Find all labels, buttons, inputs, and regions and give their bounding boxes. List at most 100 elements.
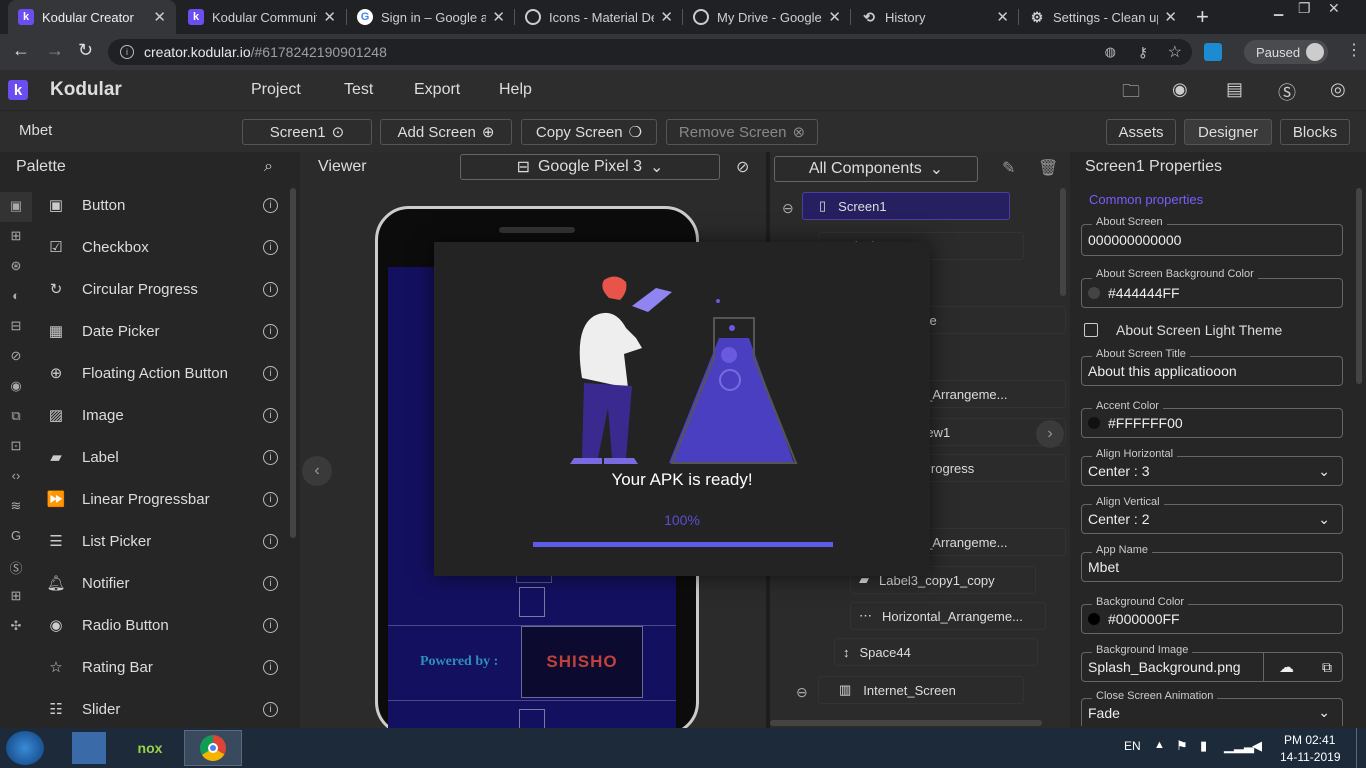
browser-tab-kodular-community[interactable]: k Kodular Community ✕ [178, 0, 346, 34]
properties-scrollbar[interactable] [1356, 188, 1362, 384]
signal-icon[interactable]: ▁▂▃ [1224, 738, 1254, 754]
back-arrow-icon[interactable]: ← [12, 40, 30, 61]
restore-icon[interactable]: ❐ [1298, 0, 1311, 17]
info-icon[interactable]: i [120, 45, 134, 59]
new-folder-icon[interactable]: 🗀 [1122, 79, 1140, 109]
collapse-circle-icon[interactable]: ⊖ [782, 200, 794, 217]
info-icon[interactable]: i [263, 449, 278, 465]
clock-time[interactable]: PM 02:41 [1284, 733, 1335, 747]
star-bookmark-icon[interactable]: ☆ [1168, 42, 1182, 62]
monetization-icon[interactable]: Ⓢ [1278, 79, 1296, 105]
info-icon[interactable]: i [263, 617, 278, 633]
info-icon[interactable]: i [263, 239, 278, 255]
info-icon[interactable]: i [263, 407, 278, 423]
library-books-icon[interactable]: ▤ [1226, 79, 1243, 100]
light-theme-checkbox[interactable] [1084, 323, 1098, 337]
info-icon[interactable]: i [263, 659, 278, 675]
media-icon[interactable]: ⊛ [7, 258, 25, 274]
browser-tab-kodular-creator[interactable]: k Kodular Creator ✕ [8, 0, 176, 34]
browser-tab-history[interactable]: ⟲ History ✕ [851, 0, 1019, 34]
palette-item-checkbox[interactable]: ☑ Checkbox i [46, 227, 286, 267]
device-select[interactable]: ⊟ Google Pixel 3 ⌄ [460, 154, 720, 180]
edit-pencil-icon[interactable]: ✎ [1002, 158, 1015, 178]
tree-node-horizontal-arrangement[interactable]: ⋯ Horizontal_Arrangeme... [850, 602, 1046, 630]
palette-item-circular-progress[interactable]: ↻ Circular Progress i [46, 269, 286, 309]
palette-item-notifier[interactable]: 🔔︎ Notifier i [46, 563, 286, 603]
remove-screen-button[interactable]: Remove Screen ⊗ [666, 119, 818, 145]
info-icon[interactable]: i [263, 365, 278, 381]
code-icon[interactable]: ‹› [7, 468, 25, 484]
browser-tab-material-icons[interactable]: Icons - Material De ✕ [515, 0, 683, 34]
component-filter-select[interactable]: All Components ⌄ [774, 156, 978, 182]
palette-item-radio-button[interactable]: ◉ Radio Button i [46, 605, 286, 645]
widgets-icon[interactable]: ⊞ [7, 588, 25, 604]
language-indicator[interactable]: EN [1124, 739, 1141, 753]
background-image-field[interactable]: Splash_Background.png ☁ ⧉ [1081, 652, 1343, 682]
components-hscrollbar[interactable] [770, 720, 1042, 726]
open-in-new-icon[interactable]: ⧉ [1322, 659, 1332, 676]
blocks-tab[interactable]: Blocks [1280, 119, 1350, 145]
connectivity-icon[interactable]: ≋ [7, 498, 25, 514]
palette-item-floating-action-button[interactable]: ⊕ Floating Action Button i [46, 353, 286, 393]
browser-tab-my-drive[interactable]: My Drive - Google D ✕ [683, 0, 851, 34]
extension-icon[interactable] [1204, 43, 1222, 61]
about-bg-color-field[interactable]: #444444FF [1081, 278, 1343, 308]
extensions-icon[interactable]: ✣ [7, 618, 25, 634]
visibility-off-icon[interactable]: ⊘ [736, 157, 749, 177]
reload-icon[interactable]: ↻ [78, 40, 93, 61]
search-icon[interactable]: ⌕ [264, 158, 273, 176]
info-icon[interactable]: i [263, 491, 278, 507]
close-tab-icon[interactable]: ✕ [153, 8, 166, 26]
sensors-icon[interactable]: ⊘ [7, 348, 25, 364]
app-name-field[interactable]: Mbet [1081, 552, 1343, 582]
palette-item-button[interactable]: ▣ Button i [46, 185, 286, 225]
google-icon[interactable]: G [7, 528, 25, 544]
tree-node[interactable]: al_Arrangeme... [906, 380, 1066, 408]
info-icon[interactable]: i [263, 197, 278, 213]
add-screen-button[interactable]: Add Screen ⊕ [380, 119, 512, 145]
designer-tab[interactable]: Designer [1184, 119, 1272, 145]
window-close-icon[interactable]: ✕ [1328, 0, 1340, 17]
tree-node[interactable]: _Progress [906, 454, 1066, 482]
close-animation-select[interactable]: Fade ⌄ [1081, 698, 1343, 726]
drawing-icon[interactable]: ◐ [7, 288, 25, 304]
network-blocked-icon[interactable]: ⚑ [1176, 738, 1188, 754]
about-screen-field[interactable]: 000000000000 [1081, 224, 1343, 256]
about-title-field[interactable]: About this applicatiooon [1081, 356, 1343, 386]
accent-color-field[interactable]: #FFFFFF00 [1081, 408, 1343, 438]
new-tab-icon[interactable]: + [1196, 4, 1209, 30]
close-tab-icon[interactable]: ✕ [323, 8, 336, 26]
palette-item-rating-bar[interactable]: ☆ Rating Bar i [46, 647, 286, 687]
app-thumbnail-icon[interactable] [72, 732, 106, 764]
show-desktop-button[interactable] [1356, 728, 1366, 768]
collapse-right-button[interactable]: › [1036, 420, 1064, 448]
social-icon[interactable]: ◉ [7, 378, 25, 394]
battery-icon[interactable]: ▮ [1200, 738, 1207, 754]
info-icon[interactable]: i [263, 575, 278, 591]
delete-icon[interactable]: 🗑︎ [1038, 158, 1058, 178]
close-tab-icon[interactable]: ✕ [996, 8, 1009, 26]
nox-player-icon[interactable]: nox [134, 734, 166, 762]
info-icon[interactable]: i [263, 281, 278, 297]
monetization-icon[interactable]: Ⓢ [7, 558, 25, 576]
devices-icon[interactable]: ▣ [7, 198, 25, 214]
tree-node[interactable]: nge [906, 306, 1066, 334]
components-scrollbar[interactable] [1060, 188, 1066, 296]
menu-export[interactable]: Export [414, 81, 460, 99]
profile-paused-button[interactable]: Paused [1244, 40, 1328, 64]
windows-start-icon[interactable] [6, 731, 44, 765]
forward-arrow-icon[interactable]: → [46, 40, 64, 61]
more-vert-icon[interactable]: ⋮ [1346, 40, 1362, 60]
url-field[interactable]: i creator.kodular.io/#6178242190901248 ◍… [108, 39, 1192, 65]
align-vertical-select[interactable]: Center : 2 ⌄ [1081, 504, 1343, 534]
palette-item-label[interactable]: ▰ Label i [46, 437, 286, 477]
palette-item-linear-progressbar[interactable]: ⏩ Linear Progressbar i [46, 479, 286, 519]
collapse-circle-icon[interactable]: ⊖ [796, 684, 808, 701]
show-hidden-icons-icon[interactable]: ▲ [1154, 739, 1165, 751]
utilities-icon[interactable]: ⊡ [7, 438, 25, 454]
tree-node-space44[interactable]: ↕ Space44 [834, 638, 1038, 666]
palette-item-slider[interactable]: ☷ Slider i [46, 689, 286, 729]
close-tab-icon[interactable]: ✕ [1164, 8, 1177, 26]
cookie-blocked-icon[interactable]: ◍ [1105, 44, 1116, 60]
palette-scrollbar[interactable] [290, 188, 296, 538]
